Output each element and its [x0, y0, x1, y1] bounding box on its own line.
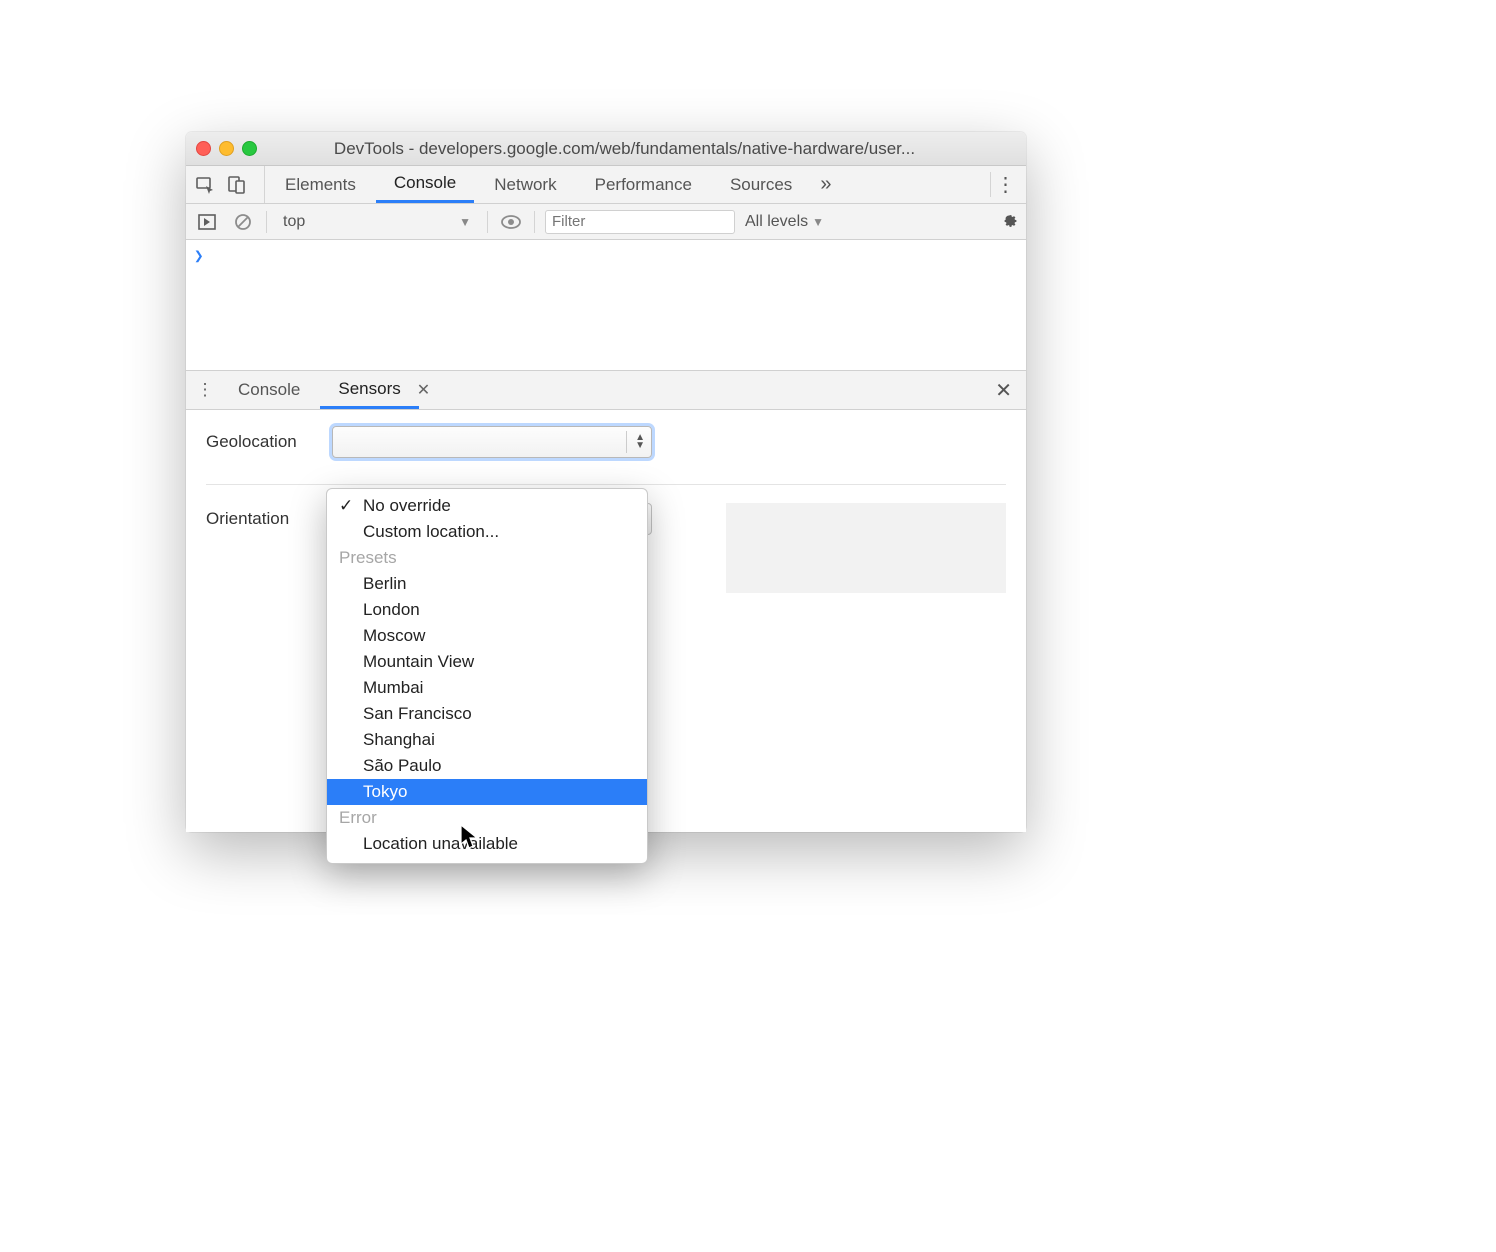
drawer-tab-console[interactable]: Console [220, 371, 318, 409]
geo-option-location-unavailable[interactable]: Location unavailable [327, 831, 647, 857]
chevron-down-icon: ▼ [812, 215, 824, 229]
console-settings-icon[interactable] [1000, 210, 1018, 233]
drawer-tabbar: ⋮ Console Sensors ✕ ✕ [186, 370, 1026, 410]
filter-input[interactable] [545, 210, 735, 234]
orientation-label: Orientation [206, 503, 316, 529]
clear-console-icon[interactable] [230, 209, 256, 235]
geo-group-error: Error [327, 805, 647, 831]
geo-option-moscow[interactable]: Moscow [327, 623, 647, 649]
zoom-window-button[interactable] [242, 141, 257, 156]
geo-group-presets: Presets [327, 545, 647, 571]
geo-option-mountain-view[interactable]: Mountain View [327, 649, 647, 675]
select-chevrons-icon: ▲▼ [635, 434, 645, 450]
geolocation-select[interactable]: ▲▼ [332, 426, 652, 458]
geo-option-berlin[interactable]: Berlin [327, 571, 647, 597]
geo-option-tokyo[interactable]: Tokyo [327, 779, 647, 805]
orientation-preview [726, 503, 1006, 593]
device-toggle-icon[interactable] [224, 172, 250, 198]
section-divider [206, 484, 1006, 485]
drawer-menu-button[interactable]: ⋮ [192, 377, 218, 403]
console-prompt-icon: ❯ [194, 246, 204, 265]
log-levels-select[interactable]: All levels ▼ [745, 213, 824, 231]
geo-option-london[interactable]: London [327, 597, 647, 623]
toggle-sidebar-icon[interactable] [194, 209, 220, 235]
geolocation-dropdown: No override Custom location... Presets B… [326, 488, 648, 864]
geolocation-label: Geolocation [206, 426, 316, 452]
inspect-icon[interactable] [192, 172, 218, 198]
main-menu-button[interactable]: ⋮ [990, 172, 1020, 197]
more-tabs-button[interactable]: » [812, 173, 839, 196]
chevron-down-icon: ▼ [459, 215, 471, 229]
mouse-cursor-icon [460, 824, 480, 855]
main-tabbar: Elements Console Network Performance Sou… [186, 166, 1026, 204]
window-controls [196, 141, 257, 156]
geo-option-shanghai[interactable]: Shanghai [327, 727, 647, 753]
execution-context-select[interactable]: top ▼ [277, 211, 477, 233]
tab-elements[interactable]: Elements [267, 166, 374, 203]
geo-option-no-override[interactable]: No override [327, 493, 647, 519]
execution-context-value: top [283, 213, 305, 231]
titlebar: DevTools - developers.google.com/web/fun… [186, 132, 1026, 166]
close-drawer-icon[interactable]: ✕ [987, 378, 1020, 403]
console-output[interactable]: ❯ [186, 240, 1026, 370]
geo-option-san-francisco[interactable]: San Francisco [327, 701, 647, 727]
geo-option-mumbai[interactable]: Mumbai [327, 675, 647, 701]
tab-performance[interactable]: Performance [577, 166, 710, 203]
tab-network[interactable]: Network [476, 166, 574, 203]
tab-sources[interactable]: Sources [712, 166, 810, 203]
window-title: DevTools - developers.google.com/web/fun… [273, 139, 1016, 159]
geo-option-custom[interactable]: Custom location... [327, 519, 647, 545]
close-window-button[interactable] [196, 141, 211, 156]
close-sensors-tab-icon[interactable]: ✕ [413, 380, 434, 400]
console-toolbar: top ▼ All levels ▼ [186, 204, 1026, 240]
geo-option-sao-paulo[interactable]: São Paulo [327, 753, 647, 779]
drawer-tab-sensors[interactable]: Sensors [320, 371, 418, 409]
tab-console[interactable]: Console [376, 166, 474, 203]
log-levels-value: All levels [745, 213, 808, 231]
live-expression-icon[interactable] [498, 209, 524, 235]
minimize-window-button[interactable] [219, 141, 234, 156]
